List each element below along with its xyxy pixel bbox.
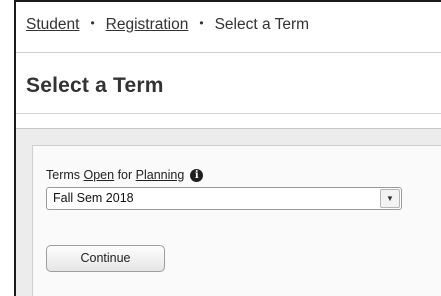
chevron-down-icon[interactable]: ▼	[380, 189, 400, 208]
term-select[interactable]: Fall Sem 2018 ▼	[46, 187, 402, 210]
term-selection-card: Terms Open for Planning i Fall Sem 2018 ▼…	[32, 145, 441, 296]
breadcrumb: Student • Registration • Select a Term	[26, 16, 309, 34]
divider	[16, 113, 441, 114]
divider	[16, 52, 441, 53]
page-title: Select a Term	[26, 74, 164, 97]
breadcrumb-student-link[interactable]: Student	[26, 16, 79, 33]
breadcrumb-separator: •	[199, 16, 204, 30]
breadcrumb-separator: •	[90, 16, 95, 30]
content-panel: Terms Open for Planning i Fall Sem 2018 ▼…	[16, 128, 441, 296]
term-select-value: Fall Sem 2018	[53, 191, 134, 205]
term-field-label: Terms Open for Planning i	[46, 168, 204, 182]
continue-button[interactable]: Continue	[46, 245, 165, 272]
breadcrumb-current: Select a Term	[214, 16, 310, 33]
app-frame: Student • Registration • Select a Term Selec…	[14, 0, 441, 296]
breadcrumb-registration-link[interactable]: Registration	[106, 16, 189, 33]
info-icon[interactable]: i	[190, 169, 204, 182]
